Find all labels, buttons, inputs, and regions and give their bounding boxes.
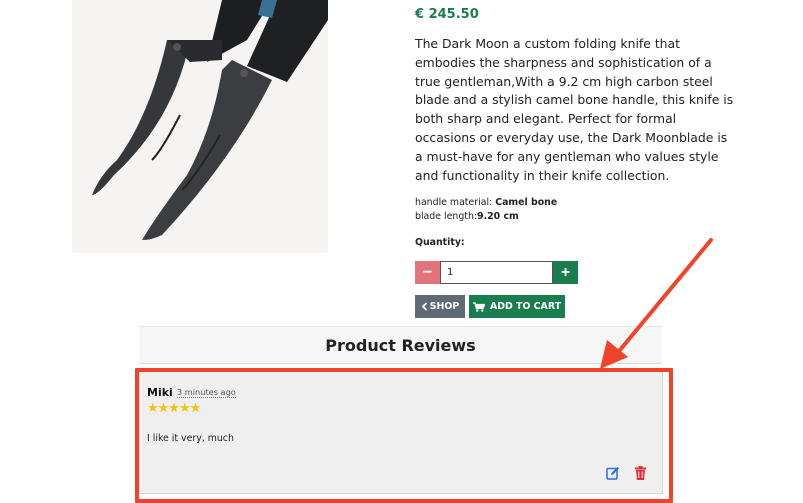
review-author: Miki [147, 386, 173, 399]
spec-value: 9.20 cm [477, 211, 519, 222]
review-stars: ★★★★★ [147, 401, 201, 416]
spec-label: handle material: [415, 197, 496, 208]
quantity-decrease-button[interactable]: − [415, 261, 440, 284]
spec-label: blade length: [415, 211, 478, 222]
quantity-increase-button[interactable]: + [553, 261, 578, 284]
shop-button-label: SHOP [429, 301, 460, 312]
quantity-stepper: − + [415, 261, 578, 284]
add-to-cart-button[interactable]: ADD TO CART [469, 295, 565, 318]
spec-blade-length: blade length:9.20 cm [415, 210, 557, 224]
shop-button[interactable]: SHOP [415, 295, 465, 318]
edit-icon[interactable] [606, 466, 620, 480]
quantity-label: Quantity: [415, 237, 465, 248]
add-to-cart-label: ADD TO CART [489, 301, 562, 312]
quantity-input[interactable] [440, 261, 553, 284]
product-description: The Dark Moon a custom folding knife tha… [415, 36, 734, 183]
product-image [72, 0, 328, 253]
review-card: Miki 3 minutes ago ★★★★★ I like it very,… [139, 371, 663, 494]
review-time: 3 minutes ago [177, 387, 236, 398]
review-text: I like it very, much [147, 433, 234, 444]
knife-illustration [72, 0, 328, 253]
reviews-title: Product Reviews [139, 326, 662, 364]
trash-icon[interactable] [634, 466, 647, 480]
product-price: € 245.50 [415, 7, 479, 22]
product-specs: handle material: Camel bone blade length… [415, 196, 557, 224]
spec-handle-material: handle material: Camel bone [415, 196, 557, 210]
spec-value: Camel bone [495, 197, 558, 208]
cart-icon [472, 301, 485, 312]
chevron-left-icon [421, 302, 427, 311]
